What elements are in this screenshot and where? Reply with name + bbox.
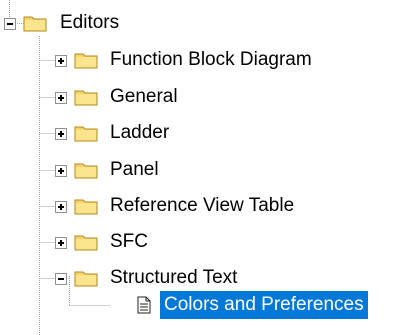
expand-toggle-reference-view-table[interactable] (55, 201, 67, 213)
tree-item-ladder[interactable]: Ladder (106, 119, 173, 147)
settings-tree: Editors Function Block Diagram General L… (0, 0, 412, 335)
folder-icon (74, 126, 98, 142)
tree-item-sfc[interactable]: SFC (106, 228, 152, 256)
folder-icon (74, 235, 98, 251)
folder-icon (74, 53, 98, 69)
folder-icon (23, 16, 47, 32)
folder-icon (74, 90, 98, 106)
tree-item-structured-text[interactable]: Structured Text (106, 264, 241, 292)
tree-item-reference-view-table[interactable]: Reference View Table (106, 192, 298, 220)
expand-toggle-function-block-diagram[interactable] (55, 55, 67, 67)
expand-toggle-ladder[interactable] (55, 128, 67, 140)
tree-item-general[interactable]: General (106, 83, 182, 111)
folder-icon (74, 199, 98, 215)
folder-icon (74, 163, 98, 179)
tree-item-colors-and-preferences[interactable]: Colors and Preferences (160, 291, 368, 319)
tree-item-panel[interactable]: Panel (106, 156, 163, 184)
tree-item-editors[interactable]: Editors (56, 9, 123, 37)
root-collapse-toggle[interactable] (4, 18, 16, 30)
collapse-toggle-structured-text[interactable] (55, 273, 67, 285)
tree-item-function-block-diagram[interactable]: Function Block Diagram (106, 46, 316, 74)
expand-toggle-sfc[interactable] (55, 237, 67, 249)
expand-toggle-general[interactable] (55, 92, 67, 104)
expand-toggle-panel[interactable] (55, 165, 67, 177)
document-icon (137, 296, 151, 314)
folder-icon (74, 271, 98, 287)
